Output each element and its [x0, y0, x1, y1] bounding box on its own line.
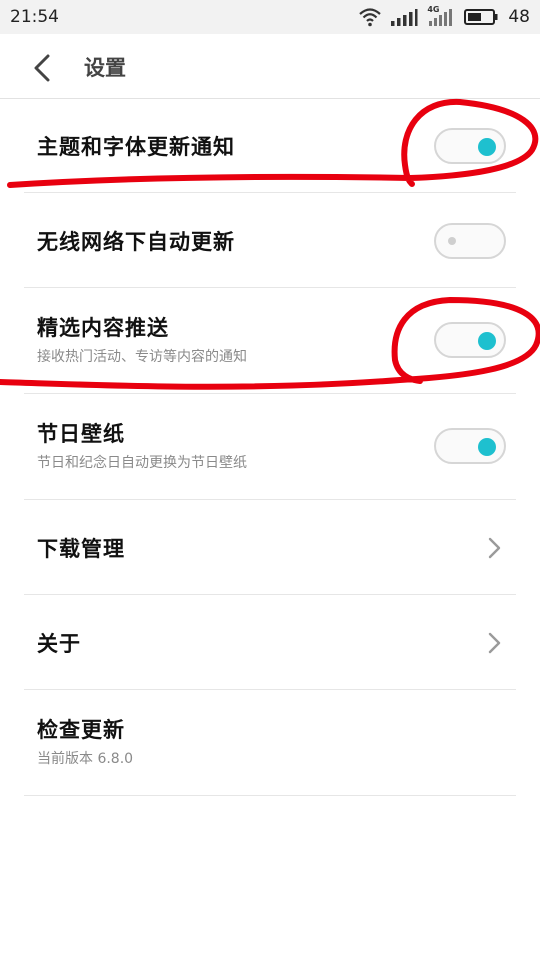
holiday-wallpaper-toggle[interactable] — [434, 428, 506, 464]
header: 设置 — [0, 34, 540, 99]
status-icons: 4G 48 — [358, 5, 530, 28]
setting-subtitle: 节日和纪念日自动更换为节日壁纸 — [37, 455, 247, 471]
setting-featured-push[interactable]: 精选内容推送 接收热门活动、专访等内容的通知 — [24, 288, 516, 394]
wifi-icon — [359, 8, 382, 27]
battery-icon — [464, 9, 498, 25]
toggle-knob — [478, 332, 496, 350]
page-title: 设置 — [84, 56, 126, 80]
status-time: 21:54 — [10, 7, 59, 27]
setting-title: 精选内容推送 — [37, 316, 169, 340]
setting-wifi-auto-update[interactable]: 无线网络下自动更新 — [24, 193, 516, 288]
settings-list: 主题和字体更新通知 无线网络下自动更新 精选内容推送 接收热门活动、专访等内容的… — [0, 98, 540, 796]
wifi-auto-update-toggle[interactable] — [434, 223, 506, 259]
featured-push-toggle[interactable] — [434, 322, 506, 358]
battery-level: 48 — [508, 7, 530, 27]
toggle-knob — [448, 237, 456, 245]
setting-theme-font-update[interactable]: 主题和字体更新通知 — [24, 98, 516, 193]
setting-title: 节日壁纸 — [37, 422, 125, 446]
setting-title: 关于 — [37, 632, 81, 656]
setting-title: 检查更新 — [37, 718, 125, 742]
setting-check-update[interactable]: 检查更新 当前版本 6.8.0 — [24, 690, 516, 796]
theme-font-notify-toggle[interactable] — [434, 128, 506, 164]
signal-icon — [391, 9, 418, 26]
signal-4g-icon — [429, 9, 453, 26]
chevron-right-icon — [488, 537, 501, 559]
setting-holiday-wallpaper[interactable]: 节日壁纸 节日和纪念日自动更换为节日壁纸 — [24, 394, 516, 500]
toggle-knob — [478, 438, 496, 456]
network-type-icon: 4G — [426, 5, 456, 27]
setting-about[interactable]: 关于 — [24, 595, 516, 690]
chevron-left-icon — [34, 54, 50, 82]
setting-subtitle: 当前版本 6.8.0 — [37, 751, 134, 767]
setting-download-manager[interactable]: 下载管理 — [24, 500, 516, 595]
chevron-right-icon — [488, 632, 501, 654]
setting-title: 主题和字体更新通知 — [37, 135, 235, 159]
toggle-knob — [478, 138, 496, 156]
setting-title: 无线网络下自动更新 — [37, 230, 235, 254]
setting-subtitle: 接收热门活动、专访等内容的通知 — [37, 349, 247, 365]
setting-title: 下载管理 — [37, 537, 125, 561]
back-button[interactable] — [22, 48, 62, 88]
status-bar: 21:54 4G 48 — [0, 0, 540, 34]
